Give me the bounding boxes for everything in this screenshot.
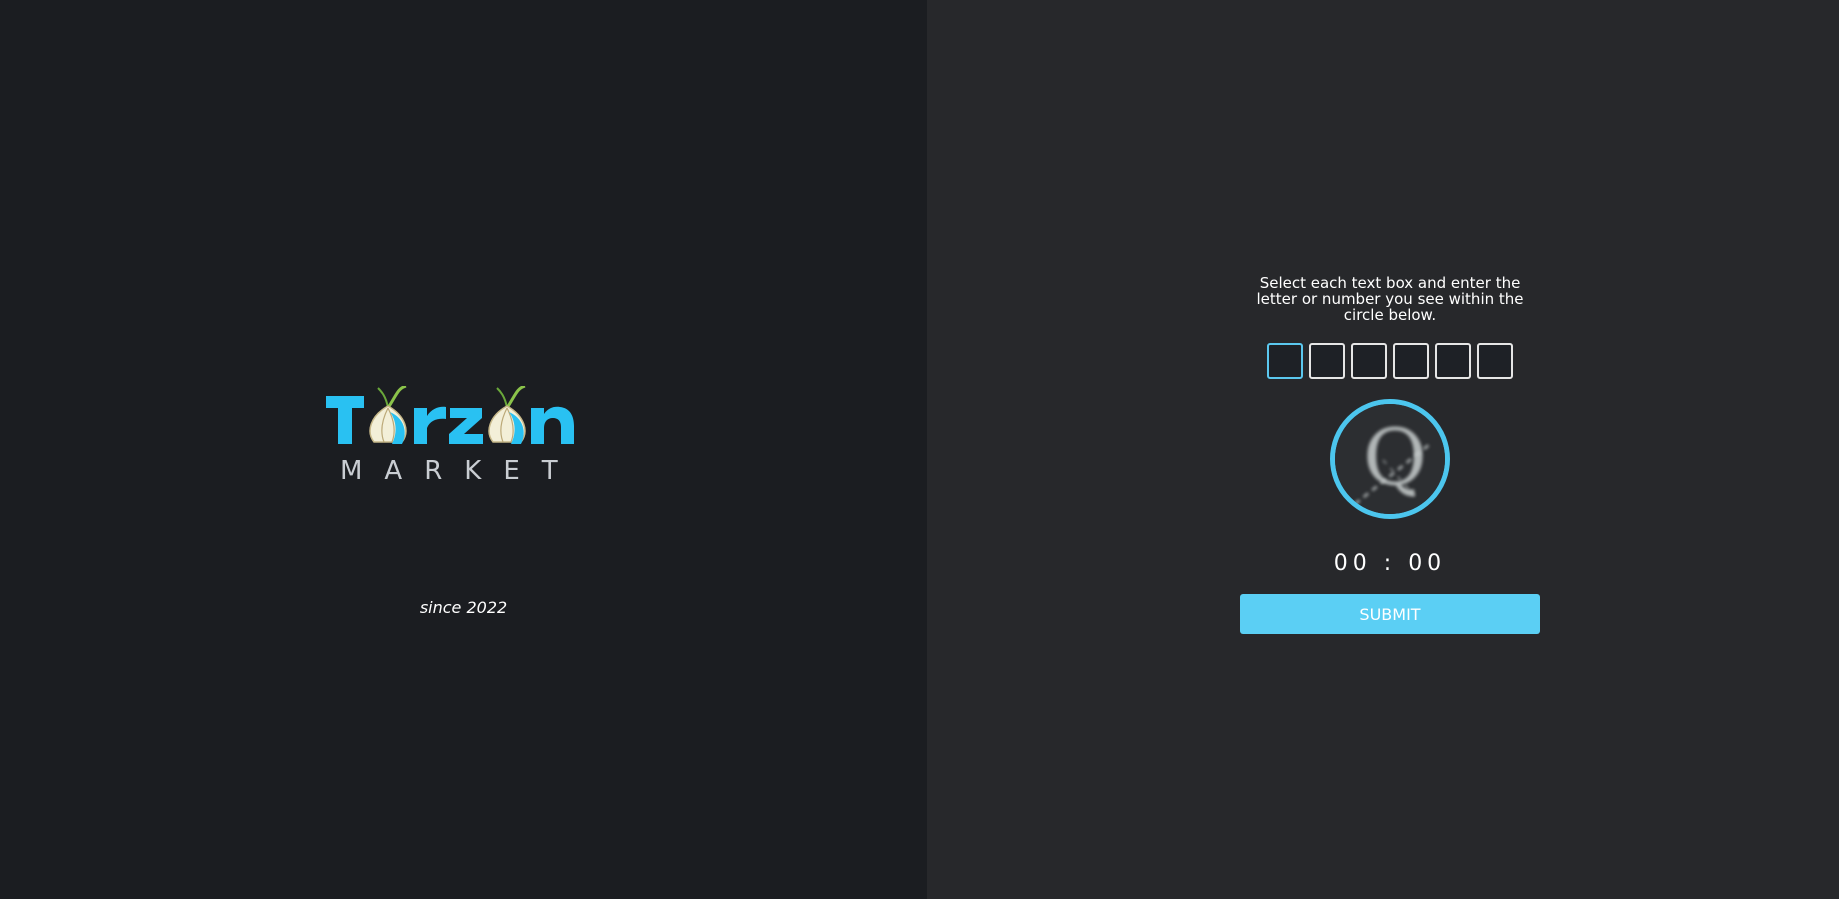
captcha-panel: Select each text box and enter the lette… [927,0,1839,899]
captcha-input-group [1240,343,1540,379]
captcha-input-2[interactable] [1309,343,1345,379]
captcha-form: Select each text box and enter the lette… [1240,275,1540,634]
torzon-logo: MARKET [326,386,586,486]
captcha-instructions: Select each text box and enter the lette… [1256,274,1524,324]
captcha-input-3[interactable] [1351,343,1387,379]
onion-icon [488,386,526,444]
captcha-input-4[interactable] [1393,343,1429,379]
since-label: since 2022 [419,598,508,617]
captcha-glyph-graphic: Q [1335,404,1445,514]
logo-subtitle: MARKET [340,456,580,486]
page: MARKET since 2022 Select each text box a… [0,0,1839,899]
captcha-input-1[interactable] [1267,343,1303,379]
captcha-image-wrapper: Q [1240,399,1540,519]
onion-icon [369,386,407,444]
branding-panel: MARKET since 2022 [0,0,927,899]
captcha-timer: 00 : 00 [1333,551,1447,576]
torzon-logo-graphic: MARKET [326,386,580,486]
captcha-input-5[interactable] [1435,343,1471,379]
captcha-image: Q [1330,399,1450,519]
captcha-input-6[interactable] [1477,343,1513,379]
submit-button[interactable]: SUBMIT [1240,594,1540,634]
